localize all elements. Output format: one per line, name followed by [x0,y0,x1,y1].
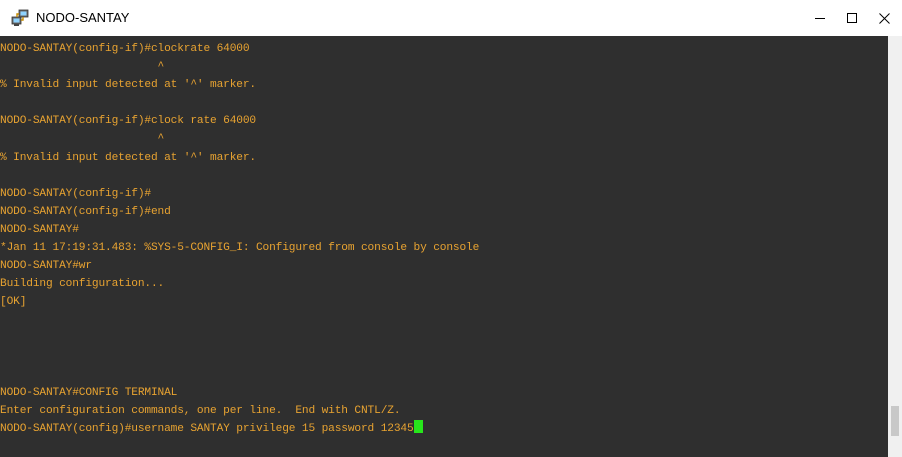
terminal-line: % Invalid input detected at '^' marker. [0,79,256,92]
terminal-line: NODO-SANTAY# [0,223,79,236]
terminal-prompt-line[interactable]: NODO-SANTAY(config)#username SANTAY priv… [0,419,888,438]
terminal-line: NODO-SANTAY(config-if)# [0,187,151,200]
minimize-icon [815,13,825,23]
network-icon [10,8,30,28]
terminal-line: Enter configuration commands, one per li… [0,404,401,417]
terminal-line: NODO-SANTAY(config-if)#clockrate 64000 [0,43,250,55]
terminal-line: % Invalid input detected at '^' marker. [0,151,256,164]
terminal-line: NODO-SANTAY(config-if)#clock rate 64000 [0,115,256,128]
terminal-prompt-text: NODO-SANTAY(config)#username SANTAY priv… [0,422,414,435]
terminal-output: NODO-SANTAY(config-if)#clockrate 64000 ^… [0,40,888,438]
terminal-console[interactable]: NODO-SANTAY(config-if)#clockrate 64000 ^… [0,36,888,457]
terminal-line: Building configuration... [0,278,165,291]
terminal-line: ^ [0,61,165,74]
terminal-window: NODO-SANTAY NODO-SANTAY(config-if)#clock… [0,0,902,457]
maximize-icon [847,13,857,23]
terminal-line: NODO-SANTAY(config-if)#end [0,205,171,218]
text-cursor [413,419,423,433]
vertical-scrollbar[interactable] [888,36,902,457]
title-bar[interactable]: NODO-SANTAY [0,0,902,36]
terminal-line: [OK] [0,296,27,309]
close-button[interactable] [866,0,902,36]
terminal-line: ^ [0,133,165,146]
terminal-line: NODO-SANTAY#wr [0,260,92,273]
terminal-line: *Jan 11 17:19:31.483: %SYS-5-CONFIG_I: C… [0,242,480,255]
close-icon [878,12,890,24]
terminal-line: NODO-SANTAY#CONFIG TERMINAL [0,386,178,399]
scrollbar-thumb[interactable] [891,406,899,436]
window-title: NODO-SANTAY [36,10,130,25]
